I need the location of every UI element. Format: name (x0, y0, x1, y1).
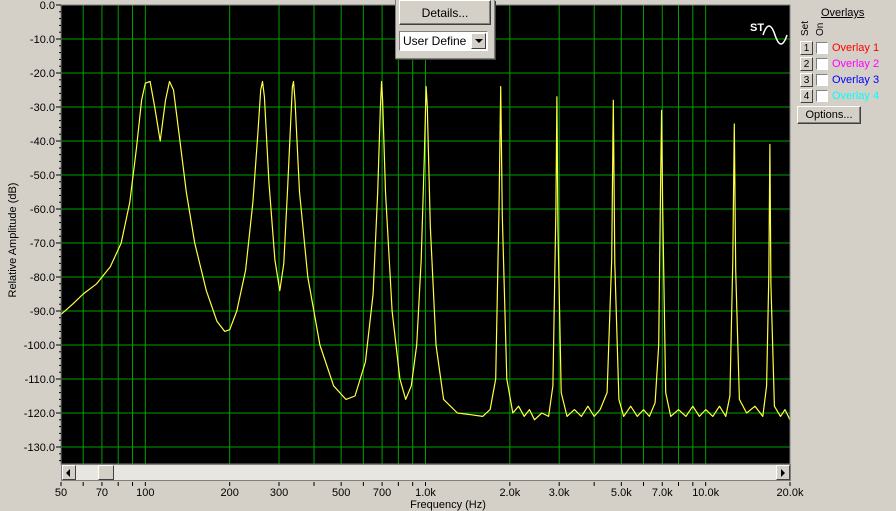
overlay-label: Overlay 2 (832, 58, 880, 70)
overlay-on-checkbox[interactable] (816, 90, 828, 102)
x-axis-title: Frequency (Hz) (410, 499, 486, 511)
overlay-on-checkbox[interactable] (816, 58, 828, 70)
y-tick-label: -130.0 (24, 442, 55, 454)
overlay-set-button[interactable]: 4 (800, 89, 813, 103)
y-tick-label: -50.0 (30, 170, 55, 182)
x-tick-label: 7.0k (652, 487, 673, 499)
chevron-down-icon[interactable] (471, 33, 486, 49)
y-tick-label: -110.0 (25, 374, 55, 386)
x-tick-label: 100 (136, 487, 154, 499)
view-select-value: User Define (403, 34, 467, 48)
x-axis-ticks: 50 70 100 200 300 500 700 1.0k 2.0k 3.0k 5.0k 7.0k 1… (55, 482, 804, 499)
overlay-set-button[interactable]: 2 (800, 57, 813, 71)
frequency-scrollbar[interactable] (61, 464, 791, 481)
overlay-label: Overlay 1 (832, 42, 880, 54)
spectrum-chart: 0.0 -10.0 -20.0 -30.0 -40.0 -50.0 -60.0 -70.0 -8… (7, 0, 804, 511)
y-tick-label: 0.0 (40, 0, 55, 12)
set-column-header: Set (800, 20, 811, 36)
y-axis-ticks: 0.0 -10.0 -20.0 -30.0 -40.0 -50.0 -60.0 -70.0 -8… (24, 0, 61, 462)
overlay-set-button[interactable]: 1 (800, 41, 813, 55)
x-tick-label: 300 (270, 487, 288, 499)
x-tick-label: 50 (55, 487, 67, 499)
y-tick-label: -60.0 (30, 204, 55, 216)
y-tick-label: -10.0 (30, 34, 55, 46)
scroll-left-icon[interactable] (62, 465, 76, 480)
y-tick-label: -40.0 (30, 136, 55, 148)
sine-wave-icon (762, 25, 788, 45)
y-tick-label: -90.0 (30, 306, 55, 318)
overlay-set-button[interactable]: 3 (800, 73, 813, 87)
overlay-on-checkbox[interactable] (816, 74, 828, 86)
y-tick-label: -80.0 (30, 272, 55, 284)
x-tick-label: 2.0k (499, 487, 520, 499)
overlay-on-checkbox[interactable] (816, 42, 828, 54)
x-tick-label: 500 (332, 487, 350, 499)
on-column-header: On (815, 22, 826, 36)
view-select[interactable]: User Define (399, 31, 488, 51)
options-button[interactable]: Options... (797, 106, 861, 124)
view-popup: Details... User Define (395, 0, 495, 59)
overlay-label: Overlay 3 (832, 74, 880, 86)
x-tick-label: 700 (373, 487, 391, 499)
scrollbar-thumb[interactable] (98, 465, 114, 480)
x-tick-label: 70 (96, 487, 108, 499)
details-button[interactable]: Details... (399, 0, 491, 25)
overlay-label: Overlay 4 (832, 90, 880, 102)
x-tick-label: 5.0k (611, 487, 632, 499)
x-tick-label: 3.0k (549, 487, 570, 499)
x-tick-label: 1.0k (415, 487, 436, 499)
x-tick-label: 10.0k (692, 487, 719, 499)
y-tick-label: -70.0 (30, 238, 55, 250)
overlays-title: Overlays (821, 7, 865, 19)
x-tick-label: 200 (220, 487, 238, 499)
y-tick-label: -20.0 (30, 68, 55, 80)
x-tick-label: 20.0k (777, 487, 804, 499)
y-axis-title: Relative Amplitude (dB) (7, 183, 19, 298)
y-tick-label: -30.0 (30, 102, 55, 114)
y-tick-label: -120.0 (24, 408, 55, 420)
y-tick-label: -100.0 (24, 340, 55, 352)
scroll-right-icon[interactable] (776, 465, 790, 480)
